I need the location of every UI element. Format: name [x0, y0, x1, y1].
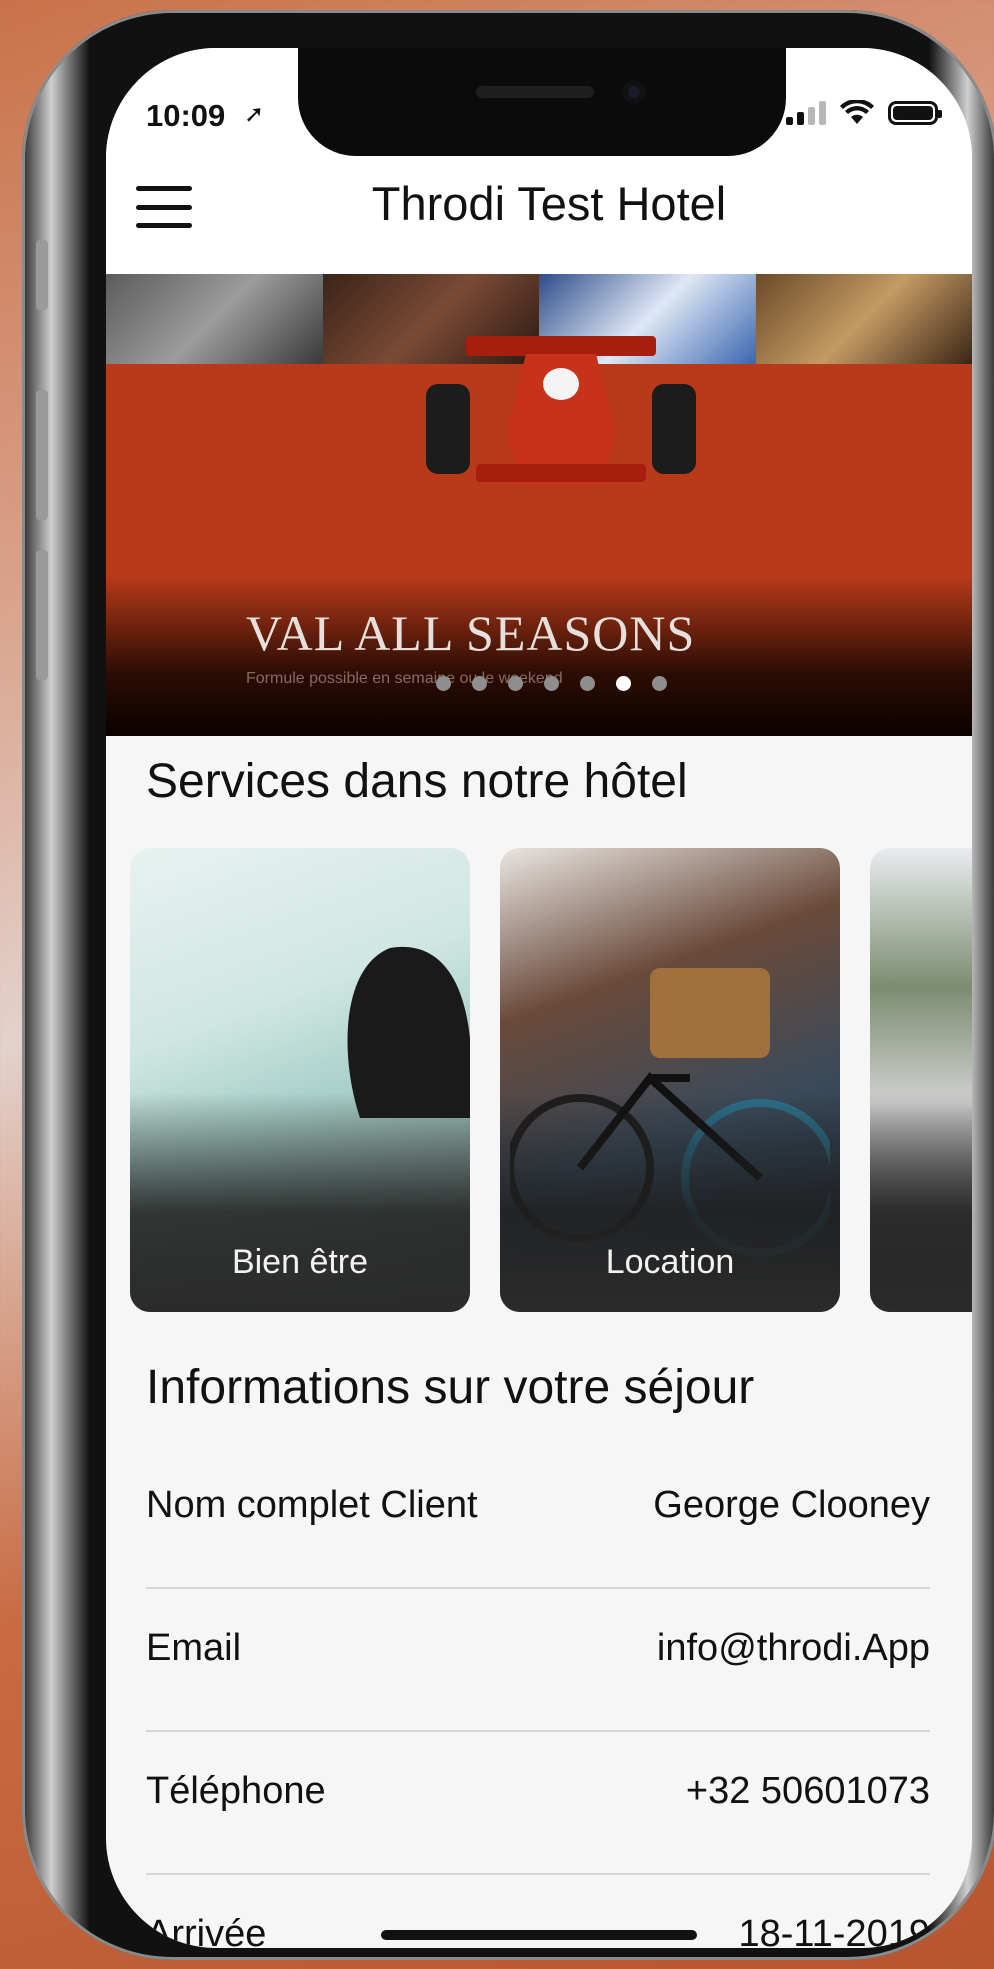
front-camera: [622, 80, 646, 104]
services-heading: Services dans notre hôtel: [146, 755, 688, 808]
info-value: George Clooney: [653, 1484, 930, 1526]
carousel-dot[interactable]: [507, 676, 523, 691]
service-card-bien-etre[interactable]: Bien être: [130, 848, 470, 1312]
wifi-icon: [840, 100, 874, 124]
navigation-bar: Throdi Test Hotel: [106, 148, 972, 274]
info-label: Email: [146, 1627, 242, 1669]
volume-up-button: [36, 390, 48, 520]
info-label: Téléphone: [146, 1770, 326, 1812]
earpiece-speaker: [476, 86, 594, 98]
page-title: Throdi Test Hotel: [371, 177, 727, 230]
info-value[interactable]: +32 50601073: [686, 1770, 930, 1813]
carousel-dot[interactable]: [435, 676, 451, 691]
info-row-name: Nom complet Client George Clooney: [146, 1446, 930, 1589]
services-carousel[interactable]: Bien être Location Pa: [130, 848, 972, 1312]
location-arrow-icon: ➚: [244, 101, 265, 128]
device-notch: [298, 48, 786, 156]
hero-title: VAL ALL SEASONS: [246, 605, 696, 661]
service-card-label: Bien être: [231, 1243, 369, 1281]
hero-carousel[interactable]: VAL ALL SEASONS Formule possible en sema…: [106, 274, 972, 736]
screen: 10:09 ➚ Throdi Test Hotel VAL ALL SEASON…: [106, 48, 972, 1948]
status-icons: [786, 100, 942, 126]
mute-switch: [36, 240, 48, 310]
service-card-label: Pa: [870, 1243, 972, 1282]
info-label: Arrivée: [146, 1913, 267, 1948]
stay-info-heading: Informations sur votre séjour: [146, 1361, 755, 1414]
battery-icon: [888, 101, 942, 125]
service-card-parking[interactable]: Pa: [870, 848, 972, 1312]
carousel-dot[interactable]: [543, 676, 559, 691]
carousel-dot[interactable]: [651, 676, 667, 691]
spa-image: [347, 946, 470, 1118]
info-label: Nom complet Client: [146, 1484, 478, 1526]
phone-frame: 10:09 ➚ Throdi Test Hotel VAL ALL SEASON…: [22, 10, 994, 1960]
cellular-signal-icon: [786, 101, 826, 125]
carousel-page-indicator[interactable]: [106, 676, 972, 691]
race-car-image: [426, 336, 696, 484]
carousel-dot-active[interactable]: [615, 676, 631, 691]
service-card-label: Location: [605, 1243, 735, 1281]
carousel-dot[interactable]: [471, 676, 487, 691]
home-indicator[interactable]: [381, 1930, 697, 1940]
volume-down-button: [36, 550, 48, 680]
status-time: 10:09: [146, 98, 226, 133]
info-value[interactable]: info@throdi.App: [657, 1627, 930, 1670]
info-value: 18-11-2019: [738, 1913, 930, 1948]
info-row-phone: Téléphone +32 50601073: [146, 1732, 930, 1875]
carousel-dot[interactable]: [579, 676, 595, 691]
info-row-email: Email info@throdi.App: [146, 1589, 930, 1732]
service-card-location[interactable]: Location: [500, 848, 840, 1312]
